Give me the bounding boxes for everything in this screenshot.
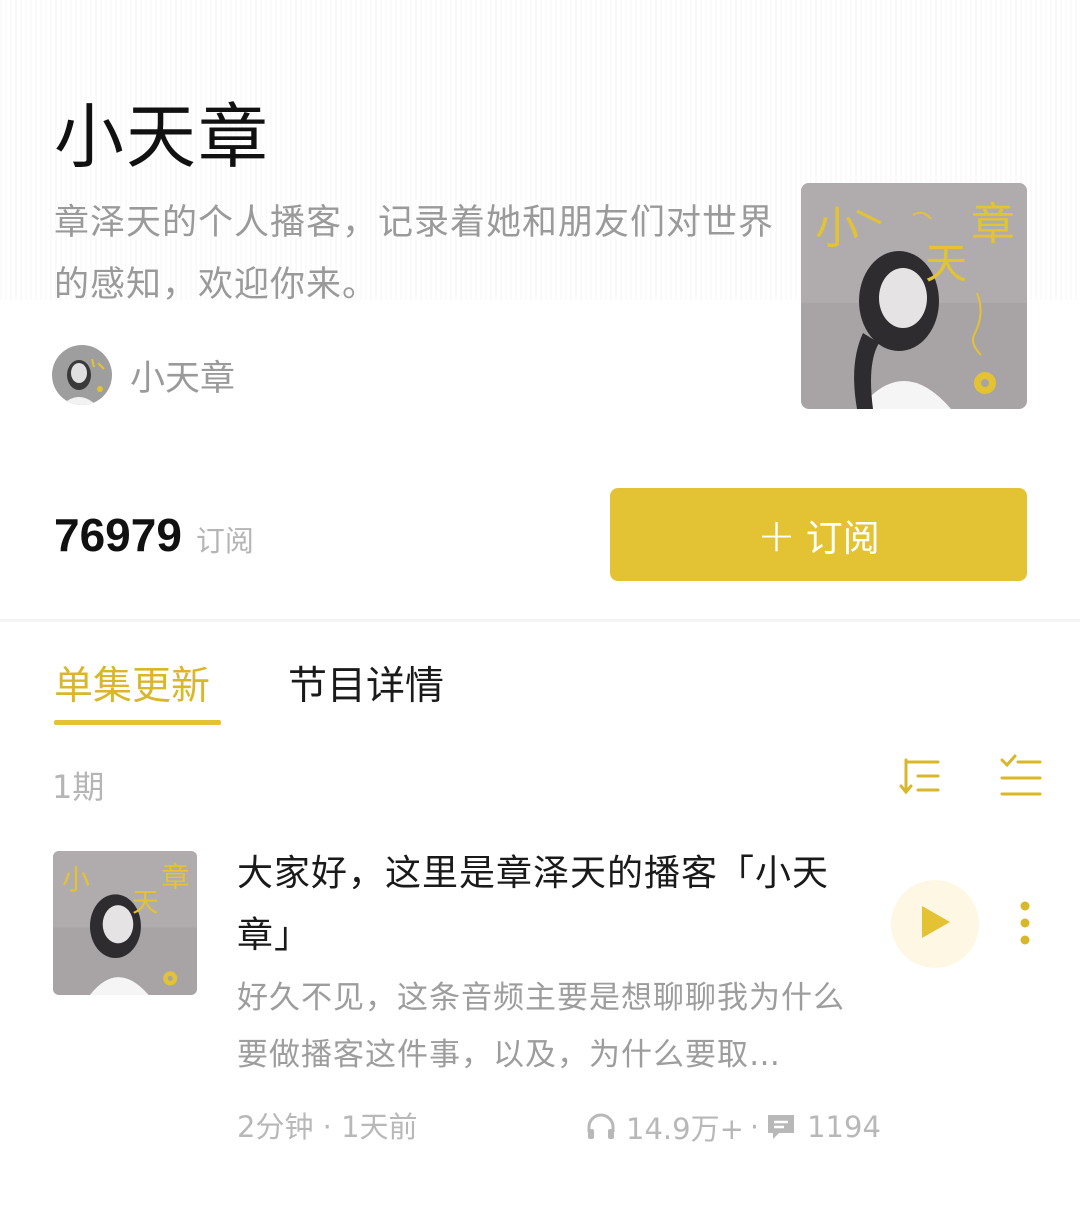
comment-icon	[765, 1111, 797, 1143]
comment-count: 1194	[807, 1110, 881, 1144]
sort-order-icon[interactable]	[898, 752, 948, 802]
multi-select-icon[interactable]	[996, 752, 1046, 802]
play-icon	[918, 904, 952, 944]
author-name: 小天章	[130, 358, 236, 399]
play-button[interactable]	[891, 880, 979, 968]
episode-description: 好久不见，这条音频主要是想聊聊我为什么要做播客这件事，以及，为什么要取…	[237, 980, 845, 1073]
subscriber-number: 76979	[54, 509, 182, 561]
episode-cover-text-2: 天	[132, 888, 159, 919]
author-link[interactable]: 小天章	[52, 345, 235, 405]
author-avatar	[52, 345, 112, 405]
podcast-description: 章泽天的个人播客，记录着她和朋友们对世界的感知，欢迎你来。	[54, 203, 775, 305]
stats-separator: ·	[749, 1110, 760, 1144]
episode-count: 1期	[52, 768, 105, 806]
headphones-icon	[584, 1110, 618, 1144]
subscriber-label: 订阅	[195, 524, 254, 558]
episode-cover-text-1: 小	[62, 863, 90, 896]
cover-text-3: 章	[971, 199, 1015, 250]
subscribe-button-label: 订阅	[805, 516, 880, 560]
episode-cover-text-3: 章	[161, 861, 189, 894]
subscriber-count: 76979 订阅	[54, 508, 254, 562]
plus-icon: +	[757, 507, 796, 562]
section-divider	[0, 619, 1080, 622]
play-count: 14.9万+	[626, 1112, 744, 1146]
active-tab-indicator	[54, 720, 221, 725]
more-vertical-icon[interactable]	[1008, 898, 1042, 948]
cover-text-1: 小	[815, 203, 859, 254]
tab-program-details[interactable]: 节目详情	[288, 662, 444, 712]
cover-text-2: 天	[925, 239, 967, 288]
podcast-title: 小天章	[54, 96, 270, 178]
episode-stats: 14.9万+ · 1194	[584, 1107, 881, 1147]
subscribe-button[interactable]: + 订阅	[610, 488, 1027, 581]
episode-cover-image[interactable]: 小 天 章	[53, 851, 197, 995]
episode-title[interactable]: 大家好，这里是章泽天的播客「小天章」	[237, 843, 877, 967]
tab-episode-updates[interactable]: 单集更新	[54, 662, 210, 712]
episode-duration-time: 2分钟 · 1天前	[237, 1110, 418, 1144]
podcast-cover-image: 小 天 章	[801, 183, 1027, 409]
